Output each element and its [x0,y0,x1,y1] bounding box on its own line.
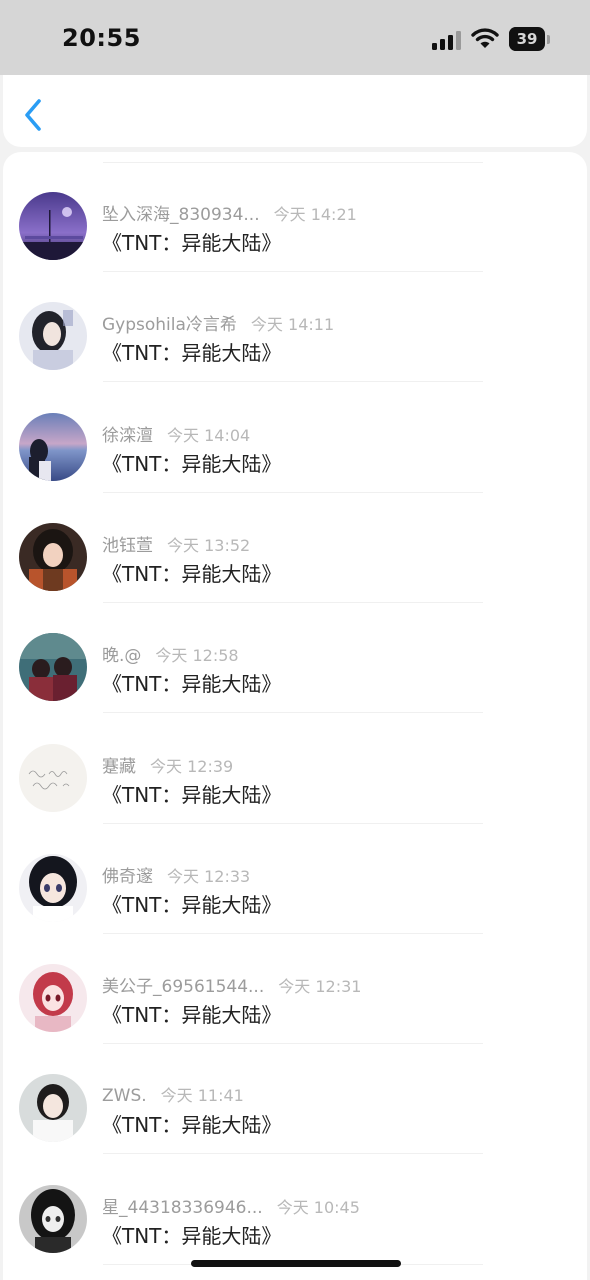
name-line: 蹇藏 今天 12:39 [102,752,233,777]
list-item[interactable]: 晚.@ 今天 12:58 《TNT：异能大陆》 [3,603,587,714]
name-line: Gypsohila冷言希 今天 14:11 [102,310,334,335]
list-item[interactable]: 佛奇邃 今天 12:33 《TNT：异能大陆》 [3,824,587,934]
wifi-icon [471,28,499,48]
avatar[interactable] [19,743,87,812]
message-text: 《TNT：异能大陆》 [102,341,282,366]
user-name[interactable]: 徐滦澶 [102,426,153,446]
user-name[interactable]: 美公子_69561544... [102,977,264,997]
list-item[interactable]: ZWS. 今天 11:41 《TNT：异能大陆》 [3,1044,587,1155]
user-name[interactable]: ZWS. [102,1086,147,1106]
avatar[interactable] [19,522,87,591]
avatar[interactable] [19,964,87,1033]
avatar[interactable] [19,412,87,481]
message-text: 《TNT：异能大陆》 [102,1113,282,1138]
user-name[interactable]: 佛奇邃 [102,867,153,887]
list-item[interactable]: 蹇藏 今天 12:39 《TNT：异能大陆》 [3,714,587,824]
message-text: 《TNT：异能大陆》 [102,1223,282,1248]
name-line: 池钰萱 今天 13:52 [102,531,250,556]
message-text: 《TNT：异能大陆》 [102,1003,282,1028]
list-item[interactable]: Gypsohila冷言希 今天 14:11 《TNT：异能大陆》 [3,272,587,383]
user-name[interactable]: 坠入深海_830934... [102,205,260,225]
timestamp: 今天 14:11 [250,315,335,335]
list-item[interactable]: 徐滦澶 今天 14:04 《TNT：异能大陆》 [3,383,587,493]
avatar[interactable] [19,1074,87,1143]
message-list: 坠入深海_830934... 今天 14:21 《TNT：异能大陆》 Gypsohil… [3,152,587,1280]
avatar[interactable] [19,853,87,922]
timestamp: 今天 11:41 [160,1086,244,1106]
name-line: 晚.@ 今天 12:58 [102,641,239,666]
avatar[interactable] [19,192,87,260]
user-name[interactable]: 星_44318336946... [102,1198,263,1218]
message-text: 《TNT：异能大陆》 [102,231,282,255]
list-item[interactable]: 池钰萱 今天 13:52 《TNT：异能大陆》 [3,493,587,603]
user-name[interactable]: Gypsohila冷言希 [102,315,237,335]
timestamp: 今天 12:33 [167,866,251,886]
user-name[interactable]: 池钰萱 [102,536,153,556]
list-item[interactable]: 星_44318336946... 今天 10:45 《TNT：异能大陆》 [3,1155,587,1265]
avatar[interactable] [19,633,87,702]
signal-icon [432,31,461,50]
home-indicator [191,1260,401,1267]
list-item[interactable]: 美公子_69561544... 今天 12:31 《TNT：异能大陆》 [3,934,587,1045]
timestamp: 今天 10:45 [276,1197,360,1217]
timestamp: 今天 12:31 [278,977,362,997]
battery-nub [547,35,550,44]
battery-percent: 39 [516,30,538,48]
battery-icon: 39 [509,27,545,51]
message-text: 《TNT：异能大陆》 [102,561,282,586]
name-line: 佛奇邃 今天 12:33 [102,862,250,887]
list-item[interactable]: 坠入深海_830934... 今天 14:21 《TNT：异能大陆》 [3,162,587,272]
message-text: 《TNT：异能大陆》 [102,892,282,917]
nav-bar [3,75,587,147]
name-line: 美公子_69561544... 今天 12:31 [102,972,361,997]
status-bar: 20:55 39 [0,0,590,75]
timestamp: 今天 12:39 [150,756,234,776]
name-line: ZWS. 今天 11:41 [102,1082,244,1106]
timestamp: 今天 14:21 [273,205,357,224]
timestamp: 今天 13:52 [167,535,251,555]
timestamp: 今天 14:04 [167,425,251,445]
back-button[interactable] [17,95,51,135]
name-line: 星_44318336946... 今天 10:45 [102,1193,360,1218]
avatar[interactable] [19,302,87,371]
user-name[interactable]: 蹇藏 [102,757,136,777]
name-line: 坠入深海_830934... 今天 14:21 [102,200,357,225]
message-text: 《TNT：异能大陆》 [102,672,282,697]
status-time: 20:55 [62,24,141,52]
message-text: 《TNT：异能大陆》 [102,451,282,476]
name-line: 徐滦澶 今天 14:04 [102,421,250,446]
avatar[interactable] [19,1184,87,1253]
chevron-left-icon [25,99,41,131]
message-text: 《TNT：异能大陆》 [102,782,282,807]
user-name[interactable]: 晚.@ [102,646,141,666]
timestamp: 今天 12:58 [155,646,239,666]
